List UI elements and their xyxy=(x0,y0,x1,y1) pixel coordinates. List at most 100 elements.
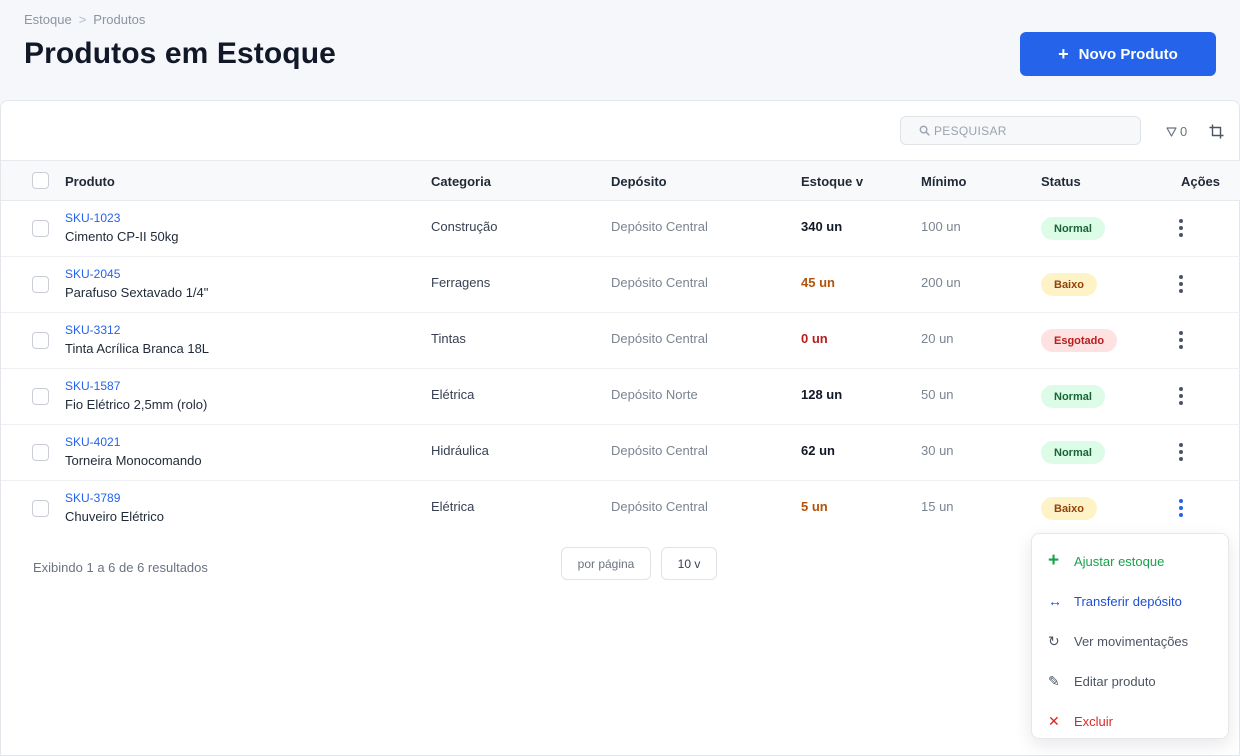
kebab-dot xyxy=(1179,289,1183,293)
table-row[interactable]: SKU-3312 Tinta Acrílica Branca 18L Tinta… xyxy=(1,313,1240,369)
table-header: Produto Categoria Depósito Estoque v Mín… xyxy=(1,161,1240,201)
breadcrumb-current: Produtos xyxy=(93,12,146,27)
row-category: Elétrica xyxy=(431,499,475,514)
kebab-dot xyxy=(1179,499,1183,503)
search-icon xyxy=(919,125,930,136)
row-product-name: Parafuso Sextavado 1/4" xyxy=(65,285,209,300)
row-checkbox[interactable] xyxy=(32,332,49,349)
row-category: Elétrica xyxy=(431,387,475,402)
row-product-name: Cimento CP-II 50kg xyxy=(65,229,179,244)
page-title: Produtos em Estoque xyxy=(24,37,336,70)
row-warehouse: Depósito Central xyxy=(611,499,708,514)
row-category: Hidráulica xyxy=(431,443,489,458)
row-sku[interactable]: SKU-1023 xyxy=(65,211,120,225)
row-stock: 340 un xyxy=(801,219,843,234)
pencil-icon: ✎ xyxy=(1048,672,1060,689)
row-warehouse: Depósito Central xyxy=(611,219,708,234)
row-stock: 62 un xyxy=(801,443,835,458)
kebab-dot xyxy=(1179,513,1183,517)
row-minimum: 15 un xyxy=(921,499,954,514)
row-warehouse: Depósito Central xyxy=(611,331,708,346)
status-badge: Normal xyxy=(1041,385,1105,408)
header-product[interactable]: Produto xyxy=(65,174,115,189)
columns-button[interactable] xyxy=(1209,124,1224,144)
row-checkbox[interactable] xyxy=(32,388,49,405)
filter-button[interactable]: 0 xyxy=(1166,124,1187,139)
row-actions-button[interactable] xyxy=(1173,272,1189,296)
row-stock: 5 un xyxy=(801,499,828,514)
kebab-dot xyxy=(1179,401,1183,405)
kebab-dot xyxy=(1179,394,1183,398)
per-page-label: por página xyxy=(561,547,651,580)
row-checkbox[interactable] xyxy=(32,500,49,517)
row-minimum: 20 un xyxy=(921,331,954,346)
header-minimum[interactable]: Mínimo xyxy=(921,174,967,189)
row-checkbox[interactable] xyxy=(32,444,49,461)
row-actions-button[interactable] xyxy=(1173,440,1189,464)
row-sku[interactable]: SKU-3312 xyxy=(65,323,120,337)
kebab-dot xyxy=(1179,338,1183,342)
header-category[interactable]: Categoria xyxy=(431,174,491,189)
search-input[interactable] xyxy=(934,123,1124,138)
header-status[interactable]: Status xyxy=(1041,174,1081,189)
row-stock: 0 un xyxy=(801,331,828,346)
row-actions-button-active[interactable] xyxy=(1173,496,1189,520)
menu-item-adjust-stock[interactable]: + Ajustar estoque xyxy=(1032,541,1228,581)
delete-icon: ✕ xyxy=(1048,712,1060,729)
history-icon: ↻ xyxy=(1048,632,1060,649)
row-category: Construção xyxy=(431,219,498,234)
row-actions-menu: + Ajustar estoque ↔ Transferir depósito … xyxy=(1031,533,1229,739)
menu-item-label: Excluir xyxy=(1074,713,1114,729)
kebab-dot xyxy=(1179,331,1183,335)
row-sku[interactable]: SKU-2045 xyxy=(65,267,120,281)
menu-item-edit-product[interactable]: ✎ Editar produto xyxy=(1032,661,1228,701)
table-row[interactable]: SKU-1023 Cimento CP-II 50kg Construção D… xyxy=(1,201,1240,257)
row-warehouse: Depósito Norte xyxy=(611,387,698,402)
breadcrumb-parent[interactable]: Estoque xyxy=(24,12,72,27)
row-warehouse: Depósito Central xyxy=(611,443,708,458)
crop-icon xyxy=(1209,124,1224,139)
row-checkbox[interactable] xyxy=(32,220,49,237)
row-sku[interactable]: SKU-4021 xyxy=(65,435,120,449)
table-row[interactable]: SKU-2045 Parafuso Sextavado 1/4" Ferrage… xyxy=(1,257,1240,313)
row-category: Tintas xyxy=(431,331,466,346)
menu-item-label: Ver movimentações xyxy=(1074,633,1189,649)
kebab-dot xyxy=(1179,219,1183,223)
filter-count: 0 xyxy=(1180,124,1188,139)
new-product-button[interactable]: + Novo Produto xyxy=(1020,32,1216,76)
table-row[interactable]: SKU-1587 Fio Elétrico 2,5mm (rolo) Elétr… xyxy=(1,369,1240,425)
row-minimum: 100 un xyxy=(921,219,961,234)
kebab-dot xyxy=(1179,226,1183,230)
row-sku[interactable]: SKU-1587 xyxy=(65,379,120,393)
row-checkbox[interactable] xyxy=(32,276,49,293)
kebab-dot xyxy=(1179,443,1183,447)
menu-item-delete[interactable]: ✕ Excluir xyxy=(1032,701,1228,741)
row-sku[interactable]: SKU-3789 xyxy=(65,491,120,505)
breadcrumb: Estoque > Produtos xyxy=(24,12,145,27)
row-actions-button[interactable] xyxy=(1173,216,1189,240)
menu-item-transfer-warehouse[interactable]: ↔ Transferir depósito xyxy=(1032,581,1228,621)
row-warehouse: Depósito Central xyxy=(611,275,708,290)
kebab-dot xyxy=(1179,506,1183,510)
status-badge: Baixo xyxy=(1041,497,1097,520)
row-actions-button[interactable] xyxy=(1173,328,1189,352)
header-warehouse[interactable]: Depósito xyxy=(611,174,667,189)
header-stock[interactable]: Estoque v xyxy=(801,174,863,189)
search-box[interactable] xyxy=(900,116,1141,145)
page-size-select[interactable]: 10 v xyxy=(661,547,717,580)
menu-item-label: Transferir depósito xyxy=(1074,593,1182,609)
row-minimum: 200 un xyxy=(921,275,961,290)
results-count: Exibindo 1 a 6 de 6 resultados xyxy=(33,560,208,575)
table-toolbar: 0 xyxy=(1,101,1240,161)
row-product-name: Tinta Acrílica Branca 18L xyxy=(65,341,210,356)
select-all-checkbox[interactable] xyxy=(32,172,49,189)
plus-icon: + xyxy=(1048,550,1060,571)
row-category: Ferragens xyxy=(431,275,491,290)
menu-item-label: Ajustar estoque xyxy=(1074,553,1165,569)
row-product-name: Chuveiro Elétrico xyxy=(65,509,164,524)
status-badge: Normal xyxy=(1041,217,1105,240)
table-row[interactable]: SKU-3789 Chuveiro Elétrico Elétrica Depó… xyxy=(1,481,1240,537)
menu-item-view-movements[interactable]: ↻ Ver movimentações xyxy=(1032,621,1228,661)
row-actions-button[interactable] xyxy=(1173,384,1189,408)
table-row[interactable]: SKU-4021 Torneira Monocomando Hidráulica… xyxy=(1,425,1240,481)
